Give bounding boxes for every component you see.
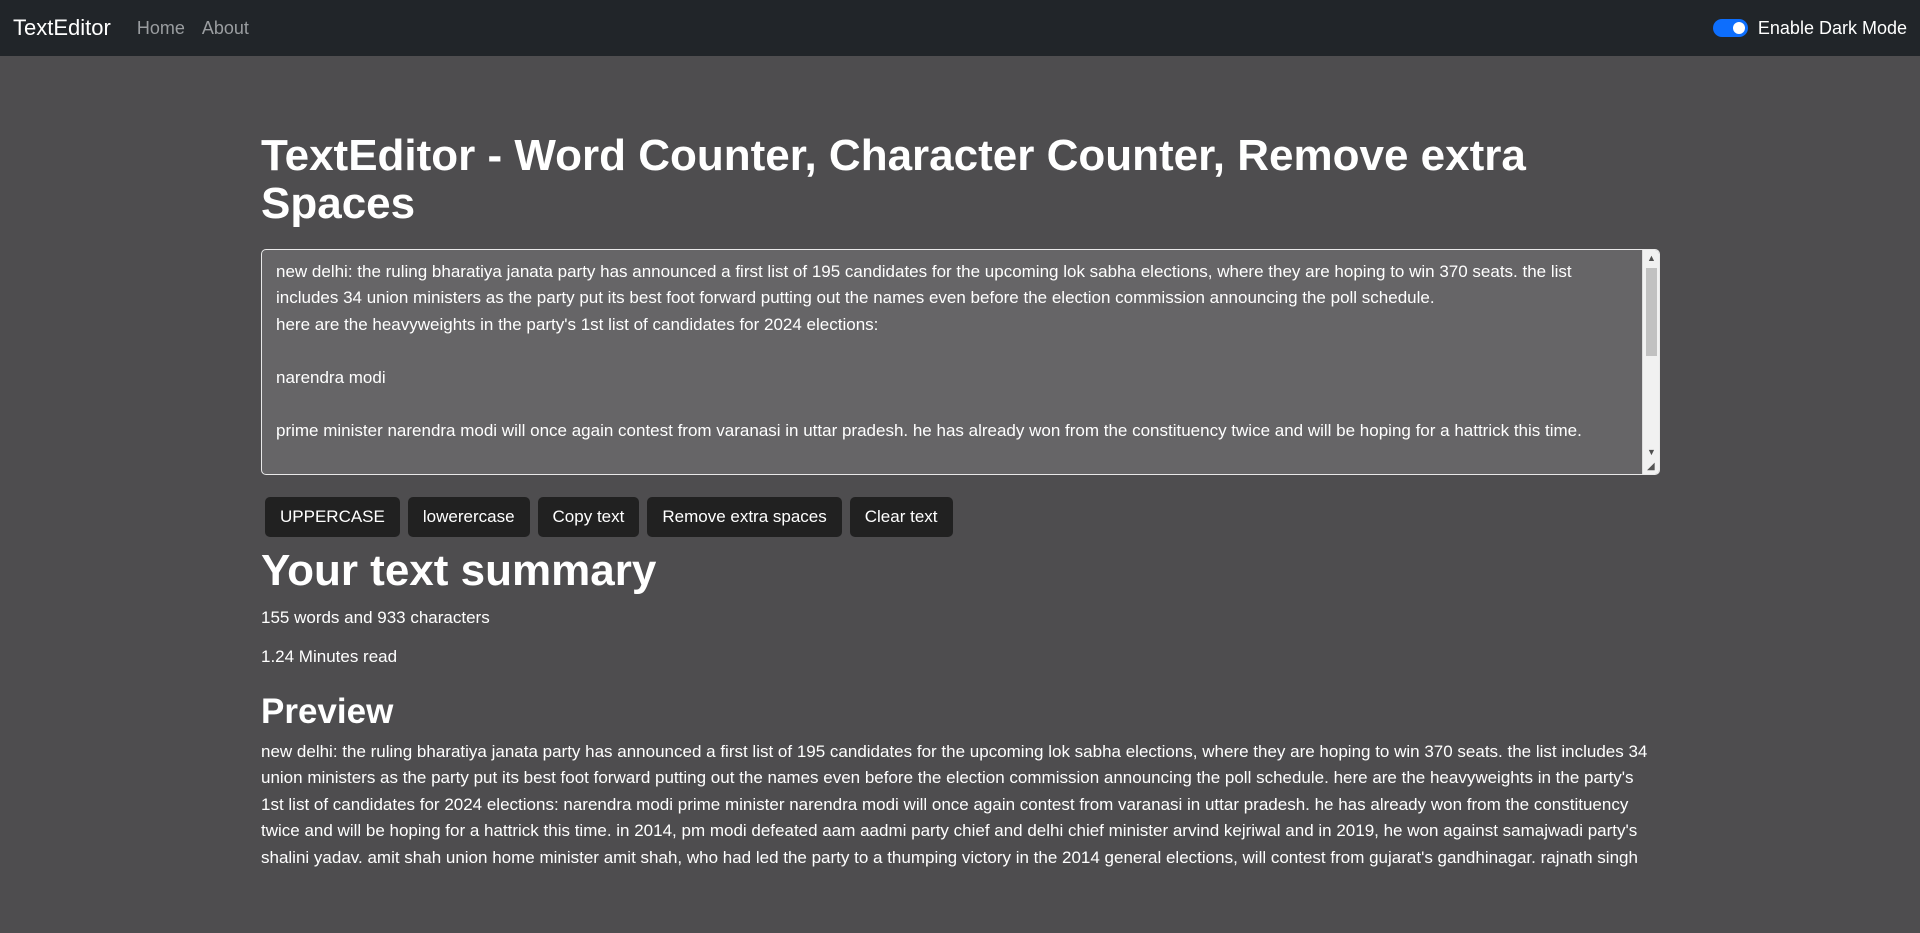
preview-title: Preview: [261, 691, 394, 731]
resize-handle-icon[interactable]: ◢: [1647, 461, 1657, 472]
remove-extra-spaces-button[interactable]: Remove extra spaces: [647, 496, 842, 537]
toggle-knob: [1732, 22, 1745, 34]
dark-mode-label[interactable]: Enable Dark Mode: [1758, 18, 1907, 39]
scroll-up-arrow-icon[interactable]: ▲: [1643, 250, 1659, 266]
editor-scrollbar[interactable]: ▲ ▼: [1642, 249, 1659, 474]
uppercase-button[interactable]: UPPERCASE: [265, 496, 400, 537]
read-time: 1.24 Minutes read: [261, 646, 398, 666]
page-title: TextEditor - Word Counter, Character Cou…: [261, 131, 1526, 229]
brand-link[interactable]: TextEditor: [13, 15, 111, 41]
nav-link-home[interactable]: Home: [137, 18, 185, 39]
action-buttons: UPPERCASE lowerercase Copy text Remove e…: [261, 496, 1661, 537]
summary-title: Your text summary: [261, 545, 657, 595]
scroll-thumb[interactable]: [1646, 267, 1657, 356]
navbar: TextEditor Home About Enable Dark Mode: [0, 0, 1920, 56]
main-container: TextEditor - Word Counter, Character Cou…: [261, 56, 1661, 871]
dark-mode-toggle[interactable]: [1712, 19, 1748, 37]
editor-text[interactable]: new delhi: the ruling bharatiya janata p…: [262, 250, 1642, 474]
clear-text-button[interactable]: Clear text: [849, 496, 953, 537]
word-char-count: 155 words and 933 characters: [261, 607, 490, 627]
dark-mode-control: Enable Dark Mode: [1712, 0, 1907, 56]
nav-link-about[interactable]: About: [202, 18, 249, 39]
text-editor-textarea[interactable]: new delhi: the ruling bharatiya janata p…: [261, 248, 1660, 475]
scroll-down-arrow-icon[interactable]: ▼: [1643, 444, 1659, 460]
copy-text-button[interactable]: Copy text: [537, 496, 640, 537]
lowercase-button[interactable]: lowerercase: [407, 496, 530, 537]
preview-text: new delhi: the ruling bharatiya janata p…: [261, 741, 1648, 867]
